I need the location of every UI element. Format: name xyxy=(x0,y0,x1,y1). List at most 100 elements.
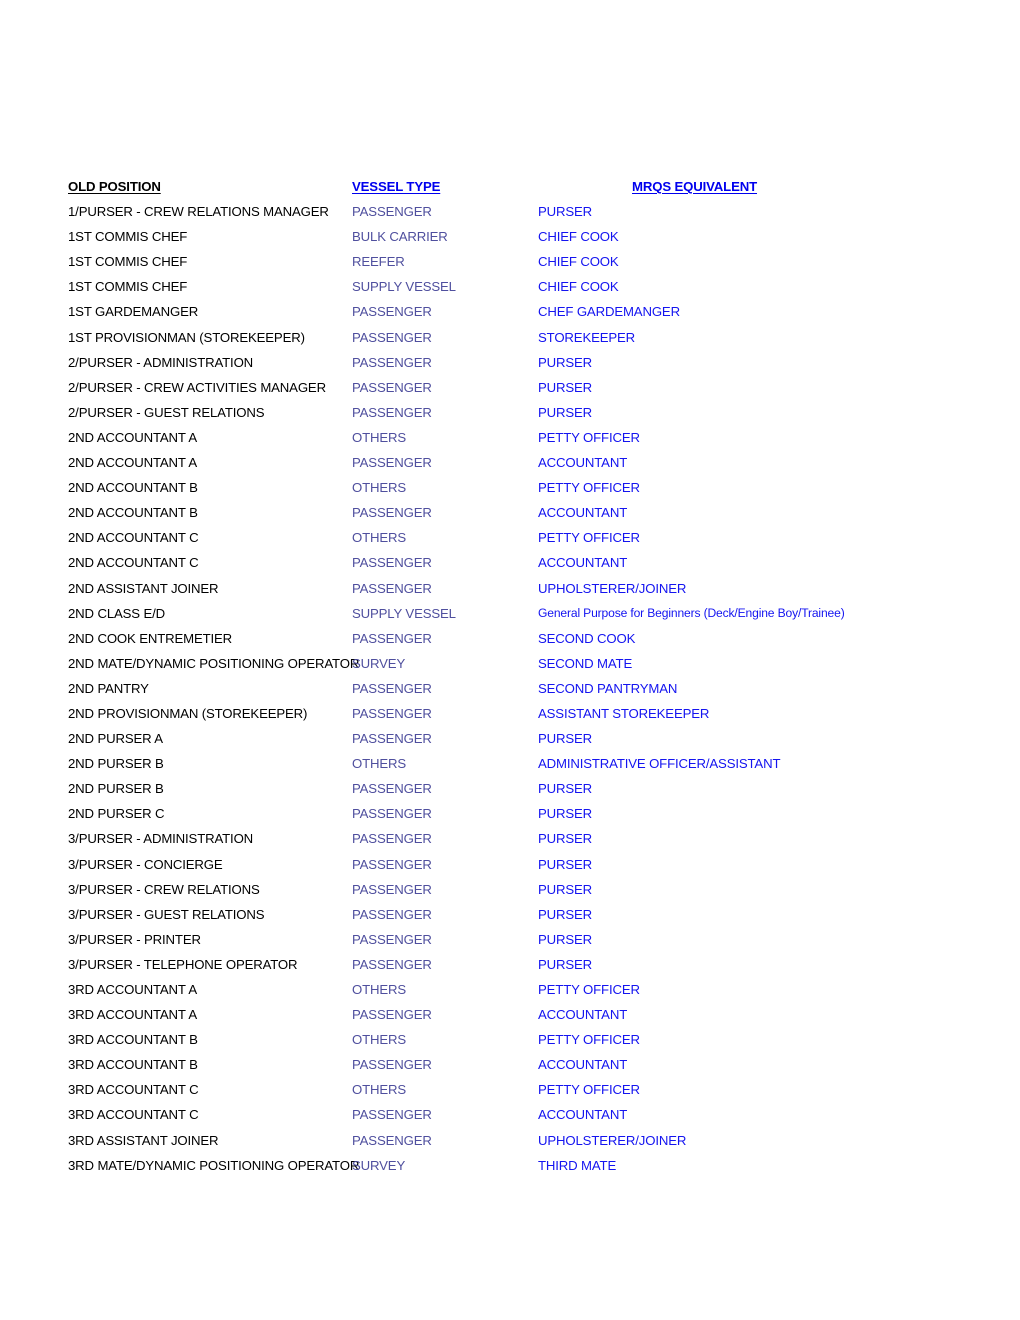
cell-vessel-type: OTHERS xyxy=(352,1082,407,1098)
cell-vessel-type: OTHERS xyxy=(352,982,407,997)
table-row: 1ST COMMIS CHEF BULK CARRIER CHIEF COOK xyxy=(68,228,968,253)
cell-old-position: 3RD ACCOUNTANT A xyxy=(68,1007,198,1023)
cell-old-position: 2ND ACCOUNTANT B xyxy=(68,505,198,521)
cell-vessel-type: PASSENGER xyxy=(352,956,432,972)
cell-mrqs-equivalent: SECOND MATE xyxy=(538,655,633,671)
cell-mrqs-equivalent: PURSER xyxy=(538,731,593,747)
cell-mrqs-equivalent: PURSER xyxy=(538,956,593,972)
table-row: 3/PURSER - CREW RELATIONS PASSENGER PURSER xyxy=(68,881,968,906)
table-row: 2ND ACCOUNTANT C PASSENGER ACCOUNTANT xyxy=(68,554,968,579)
cell-mrqs-equivalent: PURSER xyxy=(538,881,593,897)
table-row: 2ND MATE/DYNAMIC POSITIONING OPERATOR SUR… xyxy=(68,655,968,680)
cell-mrqs-equivalent: PETTY OFFICER xyxy=(538,1032,640,1048)
cell-mrqs-equivalent: PURSER xyxy=(538,379,593,395)
cell-old-position: 2ND PURSER B xyxy=(68,781,164,797)
cell-old-position: 3RD ACCOUNTANT B xyxy=(68,1057,198,1073)
cell-old-position: 3/PURSER - TELEPHONE OPERATOR xyxy=(68,956,298,972)
cell-old-position: 2ND PURSER B xyxy=(68,756,164,772)
cell-vessel-type: REEFER xyxy=(352,254,405,270)
cell-old-position: 2/PURSER - GUEST RELATIONS xyxy=(68,404,265,420)
table-row: 2/PURSER - GUEST RELATIONS PASSENGER PURSE… xyxy=(68,404,968,429)
cell-old-position: 2ND ACCOUNTANT C xyxy=(68,530,199,546)
cell-mrqs-equivalent: CHIEF COOK xyxy=(538,279,619,295)
cell-vessel-type: PASSENGER xyxy=(352,455,432,471)
cell-vessel-type: PASSENGER xyxy=(352,329,432,345)
cell-vessel-type: PASSENGER xyxy=(352,304,432,320)
cell-mrqs-equivalent: STOREKEEPER xyxy=(538,329,636,345)
column-header-old-position: OLD POSITION xyxy=(68,179,161,194)
cell-old-position: 3RD ASSISTANT JOINER xyxy=(68,1132,219,1148)
cell-vessel-type: SUPPLY VESSEL xyxy=(352,605,456,621)
table-row: 1ST COMMIS CHEF REEFER CHIEF COOK xyxy=(68,253,968,278)
cell-mrqs-equivalent: ACCOUNTANT xyxy=(538,505,628,521)
cell-old-position: 3/PURSER - CONCIERGE xyxy=(68,856,223,872)
cell-vessel-type: PASSENGER xyxy=(352,906,432,922)
cell-old-position: 1ST GARDEMANGER xyxy=(68,304,199,320)
cell-vessel-type: PASSENGER xyxy=(352,705,432,721)
cell-mrqs-equivalent: PURSER xyxy=(538,831,593,847)
cell-old-position: 2ND ACCOUNTANT A xyxy=(68,455,198,471)
table-row: 2/PURSER - CREW ACTIVITIES MANAGER PASSEN… xyxy=(68,379,968,404)
column-header-mrqs-equivalent: MRQS EQUIVALENT xyxy=(632,179,757,194)
cell-vessel-type: PASSENGER xyxy=(352,781,432,797)
cell-old-position: 3/PURSER - ADMINISTRATION xyxy=(68,831,254,847)
cell-mrqs-equivalent: ADMINISTRATIVE OFFICER/ASSISTANT xyxy=(538,756,781,772)
cell-mrqs-equivalent: CHIEF COOK xyxy=(538,229,619,245)
table-row: 2ND COOK ENTREMETIER PASSENGER SECOND COOK xyxy=(68,630,968,655)
cell-mrqs-equivalent: ASSISTANT STOREKEEPER xyxy=(538,705,710,721)
table-row: 1ST PROVISIONMAN (STOREKEEPER) PASSENGER S… xyxy=(68,329,968,354)
cell-mrqs-equivalent: General Purpose for Beginners (Deck/Engi… xyxy=(538,605,845,620)
cell-mrqs-equivalent: THIRD MATE xyxy=(538,1157,617,1173)
cell-vessel-type: BULK CARRIER xyxy=(352,229,448,245)
table-row: 2ND PURSER B OTHERS ADMINISTRATIVE OFFICER… xyxy=(68,755,968,780)
cell-vessel-type: SUPPLY VESSEL xyxy=(352,279,456,295)
table-row: 3/PURSER - GUEST RELATIONS PASSENGER PURSE… xyxy=(68,906,968,931)
cell-vessel-type: PASSENGER xyxy=(352,580,432,596)
cell-vessel-type: PASSENGER xyxy=(352,680,432,696)
cell-old-position: 2ND PURSER C xyxy=(68,806,165,822)
cell-old-position: 2ND ACCOUNTANT B xyxy=(68,480,198,496)
position-mapping-table: OLD POSITION VESSEL TYPE MRQS EQUIVALENT… xyxy=(68,178,968,1182)
cell-mrqs-equivalent: PURSER xyxy=(538,354,593,370)
cell-vessel-type: PASSENGER xyxy=(352,806,432,822)
cell-mrqs-equivalent: ACCOUNTANT xyxy=(538,455,628,471)
cell-mrqs-equivalent: ACCOUNTANT xyxy=(538,555,628,571)
table-row: 3RD MATE/DYNAMIC POSITIONING OPERATOR SUR… xyxy=(68,1157,968,1182)
table-body: 1/PURSER - CREW RELATIONS MANAGER PASSENG… xyxy=(68,203,968,1182)
cell-vessel-type: PASSENGER xyxy=(352,1057,432,1073)
cell-mrqs-equivalent: CHEF GARDEMANGER xyxy=(538,304,680,320)
cell-vessel-type: PASSENGER xyxy=(352,831,432,847)
cell-mrqs-equivalent: PURSER xyxy=(538,906,593,922)
cell-old-position: 2ND ASSISTANT JOINER xyxy=(68,580,219,596)
cell-old-position: 1ST PROVISIONMAN (STOREKEEPER) xyxy=(68,329,305,345)
cell-vessel-type: OTHERS xyxy=(352,480,407,496)
table-row: 3RD ACCOUNTANT B OTHERS PETTY OFFICER xyxy=(68,1031,968,1056)
table-row: 3/PURSER - PRINTER PASSENGER PURSER xyxy=(68,931,968,956)
cell-vessel-type: PASSENGER xyxy=(352,731,432,747)
cell-vessel-type: PASSENGER xyxy=(352,354,432,370)
table-row: 3RD ACCOUNTANT C PASSENGER ACCOUNTANT xyxy=(68,1106,968,1131)
cell-old-position: 2ND CLASS E/D xyxy=(68,605,165,621)
cell-old-position: 2ND ACCOUNTANT C xyxy=(68,555,199,571)
table-row: 2ND PURSER C PASSENGER PURSER xyxy=(68,805,968,830)
table-row: 3/PURSER - CONCIERGE PASSENGER PURSER xyxy=(68,856,968,881)
cell-old-position: 2ND ACCOUNTANT A xyxy=(68,429,198,445)
cell-mrqs-equivalent: ACCOUNTANT xyxy=(538,1007,628,1023)
cell-old-position: 3RD ACCOUNTANT A xyxy=(68,982,198,997)
cell-mrqs-equivalent: CHIEF COOK xyxy=(538,254,619,270)
table-row: 3/PURSER - ADMINISTRATION PASSENGER PURSER xyxy=(68,830,968,855)
cell-vessel-type: SURVEY xyxy=(352,655,406,671)
table-row: 2ND PURSER B PASSENGER PURSER xyxy=(68,780,968,805)
cell-vessel-type: PASSENGER xyxy=(352,204,432,220)
table-row: 3RD ACCOUNTANT A OTHERS PETTY OFFICER xyxy=(68,981,968,1006)
table-row: 3/PURSER - TELEPHONE OPERATOR PASSENGER PU… xyxy=(68,956,968,981)
table-header-row: OLD POSITION VESSEL TYPE MRQS EQUIVALENT xyxy=(68,178,968,203)
table-row: 1ST COMMIS CHEF SUPPLY VESSEL CHIEF COOK xyxy=(68,278,968,303)
cell-vessel-type: OTHERS xyxy=(352,756,407,772)
cell-old-position: 2ND PROVISIONMAN (STOREKEEPER) xyxy=(68,705,308,721)
cell-mrqs-equivalent: ACCOUNTANT xyxy=(538,1057,628,1073)
cell-mrqs-equivalent: PURSER xyxy=(538,781,593,797)
cell-vessel-type: PASSENGER xyxy=(352,555,432,571)
cell-mrqs-equivalent: PURSER xyxy=(538,204,593,220)
cell-old-position: 1ST COMMIS CHEF xyxy=(68,254,188,270)
